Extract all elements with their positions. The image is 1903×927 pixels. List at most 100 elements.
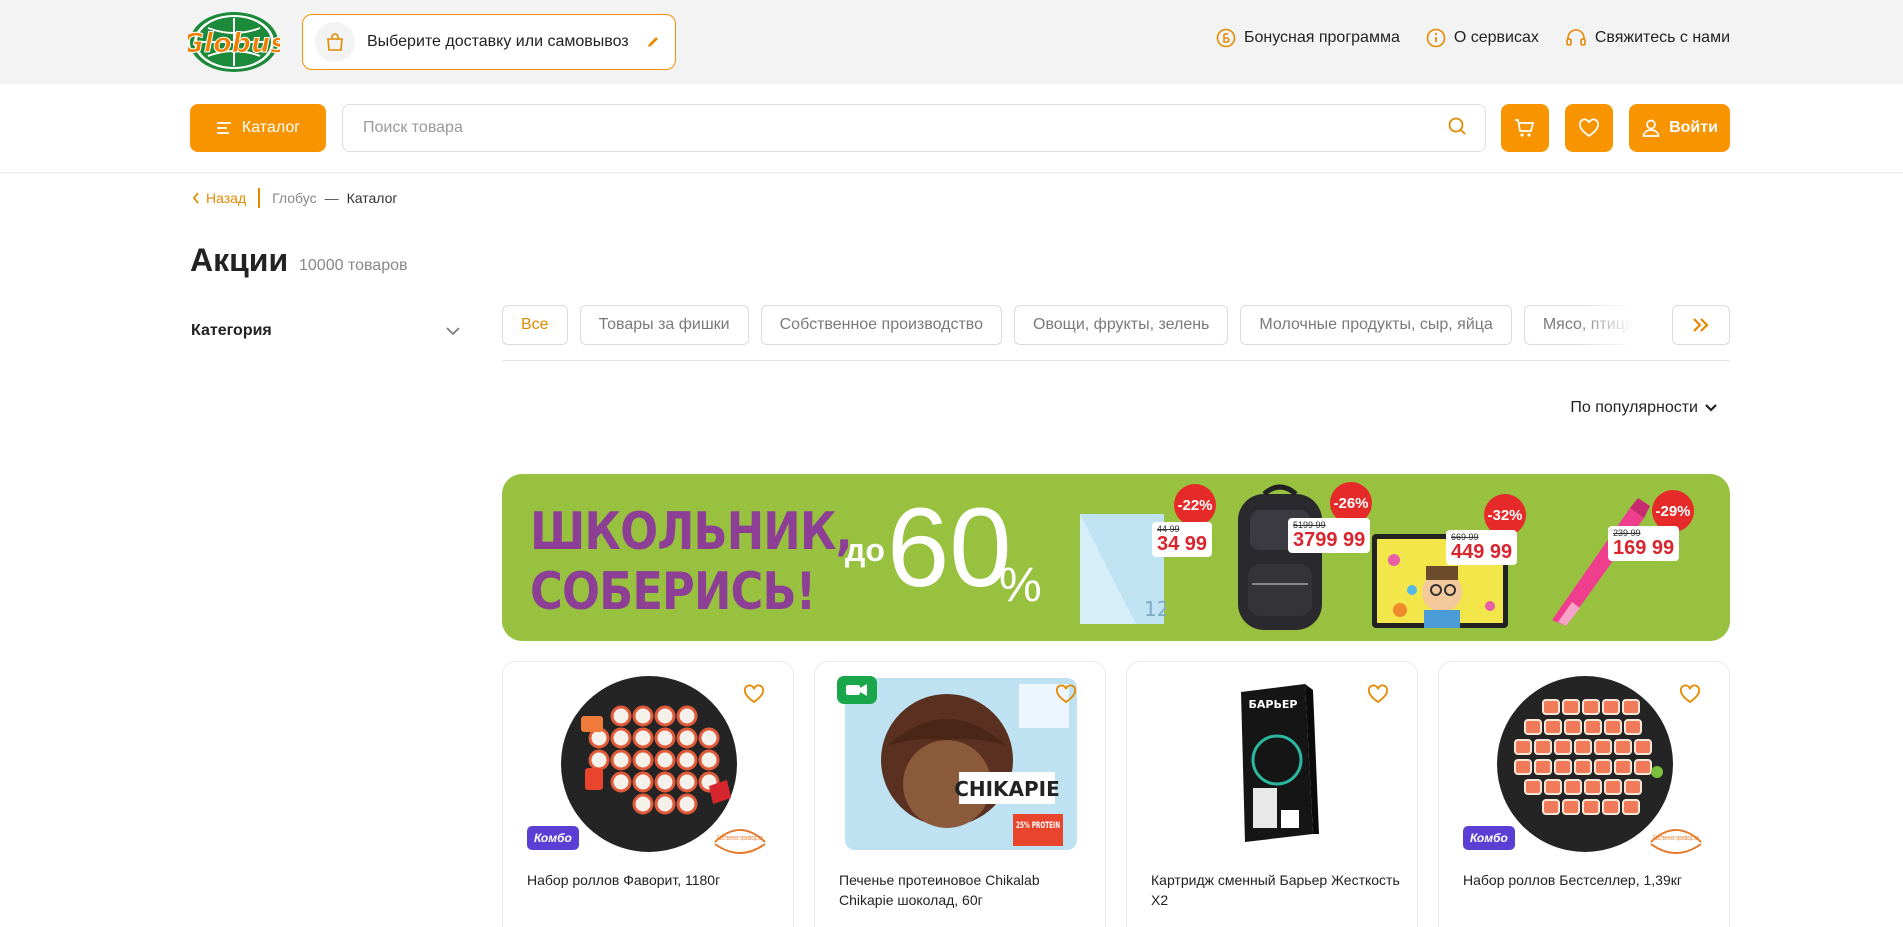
category-filter[interactable]: Категория — [191, 322, 461, 340]
chip-own-production[interactable]: Собственное производство — [760, 305, 1003, 345]
own-production-text: Собственное производство — [1653, 834, 1699, 842]
cart-button[interactable] — [1501, 104, 1549, 152]
catalog-label: Каталог — [241, 119, 301, 136]
banner-percent-sign: % — [999, 559, 1042, 612]
delivery-label: Выберите доставку или самовывоз — [367, 33, 629, 50]
banner-title: ШКОЛЬНИК, СОБЕРИСЬ! — [530, 502, 853, 622]
logo-text: Globus — [188, 28, 280, 59]
catalog-button[interactable]: Каталог — [190, 104, 326, 152]
breadcrumb-dash: — — [324, 190, 339, 206]
product-image-barrier-cartridge: БАРЬЕР — [1151, 676, 1395, 852]
banner-new-price-4: 169 99 — [1613, 537, 1675, 559]
category-chips: Все Товары за фишки Собственное производ… — [502, 305, 1666, 347]
chevron-left-icon — [192, 192, 199, 204]
breadcrumb-divider — [258, 188, 261, 208]
chevron-down-icon — [446, 327, 460, 336]
login-button[interactable]: Войти — [1629, 104, 1730, 152]
contact-label: Свяжитесь с нами — [1594, 29, 1730, 46]
bonus-program-link[interactable]: Бонусная программа — [1216, 28, 1400, 48]
delivery-selector[interactable]: Выберите доставку или самовывоз — [302, 14, 676, 70]
banner-title-line2: СОБЕРИСЬ! — [530, 562, 816, 622]
chevron-down-icon — [1705, 404, 1717, 412]
product-grid: Комбо Собственное производство Набор рол… — [502, 661, 1730, 927]
product-name[interactable]: Печенье протеиновое Chikalab Chikapie шо… — [839, 870, 1089, 910]
own-production-logo: Собственное производство — [1647, 822, 1705, 854]
product-card[interactable]: Комбо Собственное производство Набор рол… — [502, 661, 794, 927]
back-link[interactable]: Назад — [192, 190, 246, 206]
own-production-text: Собственное производство — [717, 834, 763, 842]
product-card[interactable]: Комбо Собственное производство Набор рол… — [1438, 661, 1730, 927]
category-filter-label: Категория — [191, 322, 272, 339]
headset-icon — [1566, 29, 1586, 46]
banner-price-tag-4: 239 99 169 99 — [1608, 526, 1680, 561]
promo-banner[interactable]: ШКОЛЬНИК, СОБЕРИСЬ! до 60 % 12 -22% 44 9… — [502, 474, 1730, 641]
banner-new-price-3: 449 99 — [1451, 541, 1513, 563]
sort-label: По популярности — [1570, 399, 1698, 416]
info-icon — [1426, 28, 1446, 48]
contact-link[interactable]: Свяжитесь с нами — [1565, 28, 1730, 48]
bonus-coin-icon — [1216, 28, 1236, 48]
video-review-icon — [837, 676, 877, 704]
top-bar: Globus Выберите доставку или самовывоз Б… — [0, 0, 1903, 84]
package-protein-text: 25% PROTEIN — [1016, 821, 1060, 831]
search-icon[interactable] — [1447, 116, 1467, 141]
breadcrumb-item-home[interactable]: Глобус — [272, 190, 316, 206]
heart-icon[interactable] — [1055, 684, 1077, 709]
banner-title-line1: ШКОЛЬНИК, — [530, 502, 853, 562]
services-label: О сервисах — [1453, 29, 1539, 46]
search-input[interactable] — [363, 119, 1447, 137]
top-links: Бонусная программа О сервисах Свяжитесь … — [1216, 28, 1730, 48]
menu-icon — [216, 122, 231, 134]
product-count: 10000 товаров — [299, 257, 408, 274]
services-link[interactable]: О сервисах — [1426, 28, 1539, 48]
product-image-chikapie: CHIKAPIE 25% PROTEIN — [839, 676, 1083, 852]
login-label: Войти — [1669, 119, 1718, 136]
main-header: Каталог Войти — [0, 84, 1903, 173]
chips-divider — [502, 360, 1730, 361]
chip-dairy[interactable]: Молочные продукты, сыр, яйца — [1240, 305, 1512, 345]
breadcrumb-item-current: Каталог — [346, 190, 398, 206]
heart-icon[interactable] — [743, 684, 765, 709]
own-production-logo: Собственное производство — [711, 822, 769, 854]
heart-icon — [1579, 118, 1599, 138]
user-icon — [1642, 119, 1660, 137]
package-brand-text: CHIKAPIE — [954, 777, 1060, 801]
chips-scroll-button[interactable] — [1672, 305, 1730, 345]
sort-dropdown[interactable]: По популярности — [1570, 399, 1718, 417]
combo-badge: Комбо — [1463, 826, 1515, 850]
pencil-icon — [645, 34, 661, 50]
bonus-program-label: Бонусная программа — [1243, 29, 1400, 46]
product-name[interactable]: Картридж сменный Барьер Жесткость Х2 — [1151, 870, 1401, 910]
double-chevron-right-icon — [1693, 318, 1709, 332]
cart-icon — [1515, 119, 1535, 137]
banner-backpack-image — [1230, 484, 1330, 639]
banner-price-tag-2: 5199 99 3799 99 — [1288, 518, 1371, 553]
back-label: Назад — [206, 190, 247, 206]
banner-price-tag-1: 44 99 34 99 — [1152, 522, 1213, 557]
banner-discount-badge-1: -22% — [1174, 484, 1216, 526]
banner-new-price-1: 34 99 — [1157, 533, 1208, 555]
banner-new-price-2: 3799 99 — [1293, 529, 1366, 551]
chip-all[interactable]: Все — [502, 305, 568, 345]
banner-highlighter-image — [1542, 496, 1652, 631]
breadcrumb: Назад Глобус — Каталог — [192, 188, 398, 208]
product-card[interactable]: БАРЬЕР Картридж сменный Барьер Жесткость… — [1126, 661, 1418, 927]
page-title: Акции — [190, 242, 289, 278]
product-name[interactable]: Набор роллов Бестселлер, 1,39кг — [1463, 870, 1713, 890]
combo-badge: Комбо — [527, 826, 579, 850]
shopping-bag-icon — [315, 22, 355, 62]
chip-chips-goods[interactable]: Товары за фишки — [579, 305, 749, 345]
chips-fade — [1576, 305, 1672, 347]
product-card[interactable]: CHIKAPIE 25% PROTEIN Печенье протеиновое… — [814, 661, 1106, 927]
product-name[interactable]: Набор роллов Фаворит, 1180г — [527, 870, 777, 890]
search-bar — [342, 104, 1486, 152]
svg-text:12: 12 — [1144, 597, 1166, 621]
banner-upto: до — [845, 532, 885, 568]
globus-logo[interactable]: Globus — [181, 10, 287, 74]
heart-icon[interactable] — [1367, 684, 1389, 709]
chip-vegetables[interactable]: Овощи, фрукты, зелень — [1014, 305, 1229, 345]
favorites-button[interactable] — [1565, 104, 1613, 152]
heart-icon[interactable] — [1679, 684, 1701, 709]
banner-percent: 60 — [887, 485, 1012, 610]
banner-price-tag-3: 669 99 449 99 — [1446, 530, 1518, 565]
